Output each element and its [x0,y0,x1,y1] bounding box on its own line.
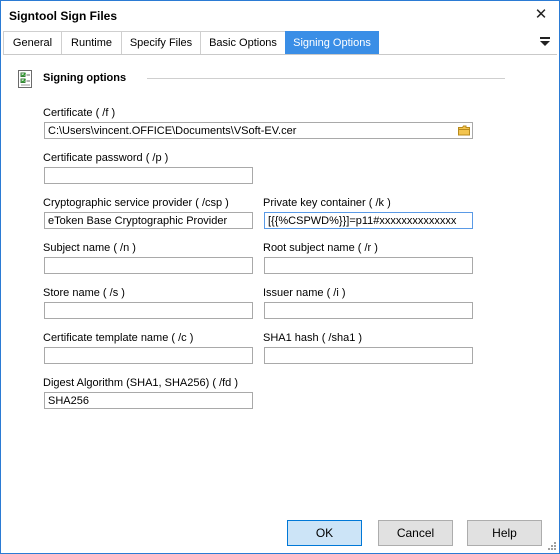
root-subject-name-label: Root subject name ( /r ) [263,242,378,254]
store-name-label: Store name ( /s ) [43,287,125,299]
certificate-label: Certificate ( /f ) [43,107,116,119]
sha1-hash-field[interactable] [264,347,473,364]
dialog-window: Signtool Sign Files ✕ General Runtime Sp… [0,0,560,554]
group-title: Signing options [43,72,127,84]
sha1-hash-label: SHA1 hash ( /sha1 ) [263,332,363,344]
root-subject-name-field[interactable] [264,257,473,274]
certificate-password-label: Certificate password ( /p ) [43,152,169,164]
digest-algorithm-label: Digest Algorithm (SHA1, SHA256) ( /fd ) [43,377,239,389]
csp-label: Cryptographic service provider ( /csp ) [43,197,229,209]
tab-signing-options[interactable]: Signing Options [285,31,379,54]
certificate-template-label: Certificate template name ( /c ) [43,332,194,344]
tab-specify-files[interactable]: Specify Files [121,31,201,54]
certificate-template-field[interactable] [44,347,253,364]
checklist-icon [18,70,32,88]
private-key-container-field[interactable]: [{{%CSPWD%}}]=p11#xxxxxxxxxxxxxx [264,212,473,229]
issuer-name-label: Issuer name ( /i ) [263,287,346,299]
resize-grip-icon[interactable] [547,541,557,551]
csp-field[interactable]: eToken Base Cryptographic Provider [44,212,253,229]
tab-strip: General Runtime Specify Files Basic Opti… [3,31,557,55]
help-button[interactable]: Help [467,520,542,546]
folder-icon[interactable] [458,125,470,136]
issuer-name-field[interactable] [264,302,473,319]
group-divider [147,78,505,79]
store-name-field[interactable] [44,302,253,319]
window-title: Signtool Sign Files [9,9,117,23]
certificate-field[interactable]: C:\Users\vincent.OFFICE\Documents\VSoft-… [44,122,473,139]
tab-basic-options[interactable]: Basic Options [200,31,286,54]
subject-name-field[interactable] [44,257,253,274]
private-key-container-label: Private key container ( /k ) [263,197,391,209]
tab-runtime[interactable]: Runtime [61,31,122,54]
tab-general[interactable]: General [3,31,62,54]
certificate-password-field[interactable] [44,167,253,184]
certificate-value: C:\Users\vincent.OFFICE\Documents\VSoft-… [48,125,297,137]
close-icon[interactable]: ✕ [531,5,551,25]
digest-algorithm-field[interactable]: SHA256 [44,392,253,409]
tab-overflow-menu-icon[interactable] [539,34,551,50]
cancel-button[interactable]: Cancel [378,520,453,546]
subject-name-label: Subject name ( /n ) [43,242,136,254]
title-bar: Signtool Sign Files ✕ [1,1,559,30]
ok-button[interactable]: OK [287,520,362,546]
